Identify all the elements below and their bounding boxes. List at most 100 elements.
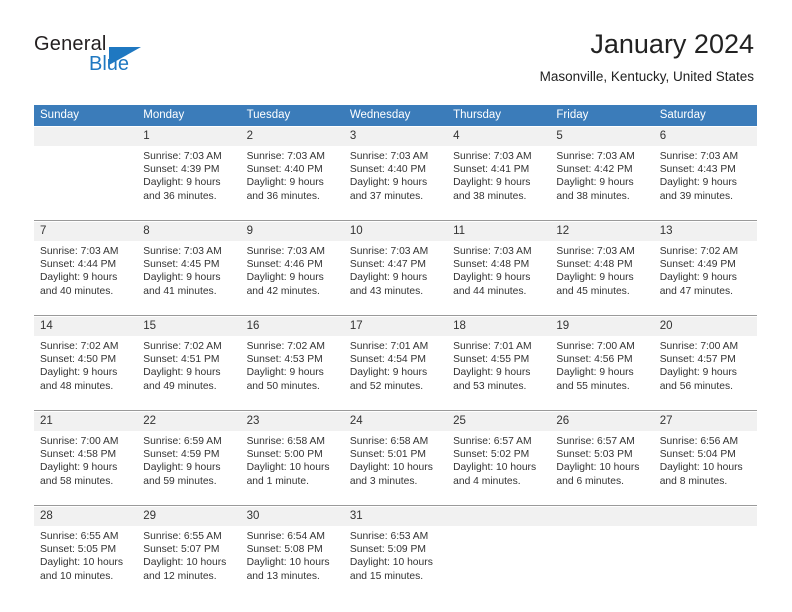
daylight-text-line1: Daylight: 9 hours [453,272,531,284]
day-cell[interactable]: Sunrise: 7:03 AM Sunset: 4:48 PM Dayligh… [550,241,654,316]
day-number[interactable]: 27 [653,412,757,431]
day-cell[interactable]: Sunrise: 7:03 AM Sunset: 4:42 PM Dayligh… [550,146,654,221]
day-cell[interactable]: Sunrise: 7:03 AM Sunset: 4:40 PM Dayligh… [343,146,448,221]
sunrise-text: Sunrise: 7:02 AM [246,341,325,352]
day-number[interactable]: 15 [137,317,241,336]
day-cell[interactable] [34,146,138,221]
day-number[interactable]: 4 [447,127,551,146]
day-number[interactable]: 8 [137,222,241,241]
week-3-details: Sunrise: 7:02 AM Sunset: 4:50 PM Dayligh… [34,336,757,411]
day-number[interactable]: 16 [240,317,344,336]
day-number[interactable]: 3 [343,127,448,146]
day-cell[interactable] [653,526,757,600]
day-cell[interactable]: Sunrise: 7:03 AM Sunset: 4:44 PM Dayligh… [34,241,138,316]
day-cell[interactable]: Sunrise: 6:58 AM Sunset: 5:00 PM Dayligh… [240,431,344,506]
day-cell[interactable]: Sunrise: 6:53 AM Sunset: 5:09 PM Dayligh… [343,526,448,600]
week-2-details: Sunrise: 7:03 AM Sunset: 4:44 PM Dayligh… [34,241,757,316]
day-number[interactable]: 12 [550,222,654,241]
page-subtitle: Masonville, Kentucky, United States [539,69,754,84]
sunset-text: Sunset: 4:44 PM [40,259,117,271]
day-cell[interactable]: Sunrise: 6:55 AM Sunset: 5:07 PM Dayligh… [137,526,241,600]
day-number[interactable]: 10 [343,222,448,241]
week-3-daynumbers: 14 15 16 17 18 19 20 [34,317,757,336]
day-cell[interactable]: Sunrise: 7:03 AM Sunset: 4:40 PM Dayligh… [240,146,344,221]
day-cell[interactable]: Sunrise: 6:59 AM Sunset: 4:59 PM Dayligh… [137,431,241,506]
sunset-text: Sunset: 4:43 PM [659,164,736,176]
day-number[interactable]: 14 [34,317,138,336]
day-number[interactable]: 31 [343,507,448,526]
day-number[interactable]: 19 [550,317,654,336]
day-number[interactable]: 5 [550,127,654,146]
day-number[interactable]: 23 [240,412,344,431]
day-number[interactable]: 26 [550,412,654,431]
day-number[interactable]: 28 [34,507,138,526]
day-cell[interactable]: Sunrise: 7:03 AM Sunset: 4:43 PM Dayligh… [653,146,757,221]
daylight-text-line1: Daylight: 10 hours [246,557,330,569]
sunrise-text: Sunrise: 6:57 AM [453,436,532,447]
day-cell[interactable] [447,526,551,600]
day-cell[interactable]: Sunrise: 7:01 AM Sunset: 4:54 PM Dayligh… [343,336,448,411]
day-number[interactable]: 20 [653,317,757,336]
day-cell[interactable] [550,526,654,600]
day-cell[interactable]: Sunrise: 7:03 AM Sunset: 4:45 PM Dayligh… [137,241,241,316]
daylight-text-line2: and 48 minutes. [40,380,114,392]
day-cell[interactable]: Sunrise: 6:57 AM Sunset: 5:02 PM Dayligh… [447,431,551,506]
day-number[interactable]: 22 [137,412,241,431]
day-number[interactable]: 17 [343,317,448,336]
day-cell[interactable]: Sunrise: 6:55 AM Sunset: 5:05 PM Dayligh… [34,526,138,600]
day-cell[interactable]: Sunrise: 6:54 AM Sunset: 5:08 PM Dayligh… [240,526,344,600]
sunrise-text: Sunrise: 6:57 AM [556,436,635,447]
day-cell[interactable]: Sunrise: 6:56 AM Sunset: 5:04 PM Dayligh… [653,431,757,506]
day-cell[interactable]: Sunrise: 7:03 AM Sunset: 4:48 PM Dayligh… [447,241,551,316]
weekday-header-wednesday: Wednesday [343,105,448,126]
sunset-text: Sunset: 5:07 PM [143,544,220,556]
day-number[interactable]: 30 [240,507,344,526]
day-number[interactable]: 6 [653,127,757,146]
daylight-text-line2: and 55 minutes. [556,380,630,392]
day-number[interactable] [34,127,138,146]
sunset-text: Sunset: 4:48 PM [556,259,633,271]
day-cell[interactable]: Sunrise: 6:58 AM Sunset: 5:01 PM Dayligh… [343,431,448,506]
day-cell[interactable]: Sunrise: 7:00 AM Sunset: 4:58 PM Dayligh… [34,431,138,506]
day-number[interactable] [653,507,757,526]
daylight-text-line1: Daylight: 10 hours [246,462,330,474]
day-cell[interactable]: Sunrise: 7:02 AM Sunset: 4:49 PM Dayligh… [653,241,757,316]
daylight-text-line1: Daylight: 9 hours [556,367,634,379]
day-number[interactable] [447,507,551,526]
sunrise-text: Sunrise: 6:55 AM [143,531,222,542]
day-number[interactable]: 2 [240,127,344,146]
sunset-text: Sunset: 4:55 PM [453,354,530,366]
day-cell[interactable]: Sunrise: 7:00 AM Sunset: 4:57 PM Dayligh… [653,336,757,411]
day-cell[interactable]: Sunrise: 7:02 AM Sunset: 4:53 PM Dayligh… [240,336,344,411]
daylight-text-line2: and 13 minutes. [246,570,320,582]
day-number[interactable]: 25 [447,412,551,431]
day-number[interactable]: 7 [34,222,138,241]
day-number[interactable]: 29 [137,507,241,526]
day-number[interactable] [550,507,654,526]
day-cell[interactable]: Sunrise: 7:02 AM Sunset: 4:51 PM Dayligh… [137,336,241,411]
day-cell[interactable]: Sunrise: 7:02 AM Sunset: 4:50 PM Dayligh… [34,336,138,411]
day-number[interactable]: 21 [34,412,138,431]
sunset-text: Sunset: 4:49 PM [659,259,736,271]
day-cell[interactable]: Sunrise: 7:00 AM Sunset: 4:56 PM Dayligh… [550,336,654,411]
day-cell[interactable]: Sunrise: 7:03 AM Sunset: 4:41 PM Dayligh… [447,146,551,221]
day-number[interactable]: 11 [447,222,551,241]
sunset-text: Sunset: 4:54 PM [349,354,426,366]
day-number[interactable]: 24 [343,412,448,431]
weekday-header-friday: Friday [550,105,654,126]
day-cell[interactable]: Sunrise: 7:03 AM Sunset: 4:39 PM Dayligh… [137,146,241,221]
sunset-text: Sunset: 4:48 PM [453,259,530,271]
general-blue-logo[interactable]: General Blue [34,33,204,81]
daylight-text-line1: Daylight: 10 hours [40,557,123,569]
day-cell[interactable]: Sunrise: 7:03 AM Sunset: 4:47 PM Dayligh… [343,241,448,316]
day-number[interactable]: 9 [240,222,344,241]
sunset-text: Sunset: 4:58 PM [40,449,117,461]
day-number[interactable]: 1 [137,127,241,146]
day-number[interactable]: 13 [653,222,757,241]
day-cell[interactable]: Sunrise: 7:01 AM Sunset: 4:55 PM Dayligh… [447,336,551,411]
day-cell[interactable]: Sunrise: 6:57 AM Sunset: 5:03 PM Dayligh… [550,431,654,506]
day-number[interactable]: 18 [447,317,551,336]
day-cell[interactable]: Sunrise: 7:03 AM Sunset: 4:46 PM Dayligh… [240,241,344,316]
daylight-text-line1: Daylight: 9 hours [659,272,737,284]
week-4-details: Sunrise: 7:00 AM Sunset: 4:58 PM Dayligh… [34,431,757,506]
